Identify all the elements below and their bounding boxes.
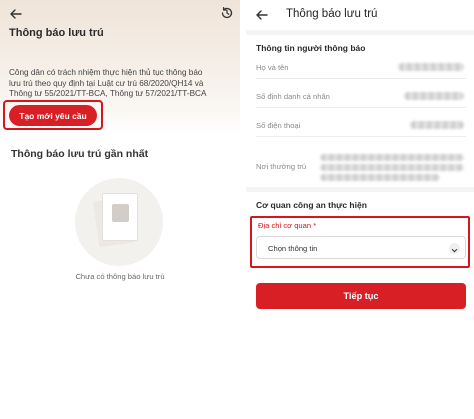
page-title: Thông báo lưu trú	[286, 8, 378, 20]
agency-section-title: Cơ quan công an thực hiện	[256, 200, 367, 210]
empty-state-text: Chưa có thông báo lưu trú	[75, 272, 165, 281]
field-label-phone: Số điện thoại	[256, 121, 301, 130]
create-request-button[interactable]: Tạo mới yêu cầu	[9, 105, 97, 126]
page-title: Thông báo lưu trú	[9, 27, 104, 39]
description-line: lưu trú theo quy định tại Luật cư trú 68…	[9, 78, 204, 88]
description-line: Công dân có trách nhiệm thực hiện thủ tụ…	[9, 68, 203, 77]
section-separator	[246, 30, 474, 35]
chevron-down-icon	[449, 243, 460, 254]
field-value-permanent-address-line2	[320, 164, 464, 171]
field-value-phone	[410, 121, 464, 129]
field-label-id-number: Số định danh cá nhân	[256, 92, 330, 101]
left-screen: Thông báo lưu trú Công dân có trách nhiệ…	[0, 0, 240, 419]
agency-address-select[interactable]: Chọn thông tin	[256, 236, 466, 259]
recent-notifications-title: Thông báo lưu trú gần nhất	[11, 148, 149, 160]
agency-address-label: Địa chỉ cơ quan *	[258, 221, 317, 230]
continue-button[interactable]: Tiếp tục	[256, 283, 466, 309]
field-value-permanent-address-line1	[320, 154, 464, 161]
history-icon[interactable]	[220, 6, 234, 20]
field-label-full-name: Họ và tên	[256, 63, 289, 72]
notifier-section-title: Thông tin người thông báo	[256, 43, 366, 53]
avatar-placeholder-icon	[112, 204, 129, 222]
back-arrow-icon[interactable]	[254, 7, 270, 23]
field-value-full-name	[398, 63, 464, 71]
header: Thông báo lưu trú	[246, 0, 474, 30]
back-arrow-icon[interactable]	[8, 6, 24, 22]
field-value-permanent-address-line3	[320, 174, 440, 181]
right-screen: Thông báo lưu trú Thông tin người thông …	[246, 0, 474, 419]
description-line: Thông tư 55/2021/TT-BCA, Thông tư 57/202…	[9, 89, 207, 99]
field-divider	[256, 107, 466, 108]
field-label-permanent-address: Nơi thường trú	[256, 162, 307, 171]
field-divider	[256, 78, 466, 79]
field-value-id-number	[404, 92, 464, 100]
field-divider	[256, 136, 466, 137]
description-text: Công dân có trách nhiệm thực hiện thủ tụ…	[9, 68, 237, 100]
select-placeholder: Chọn thông tin	[268, 244, 318, 253]
section-separator	[246, 187, 474, 192]
